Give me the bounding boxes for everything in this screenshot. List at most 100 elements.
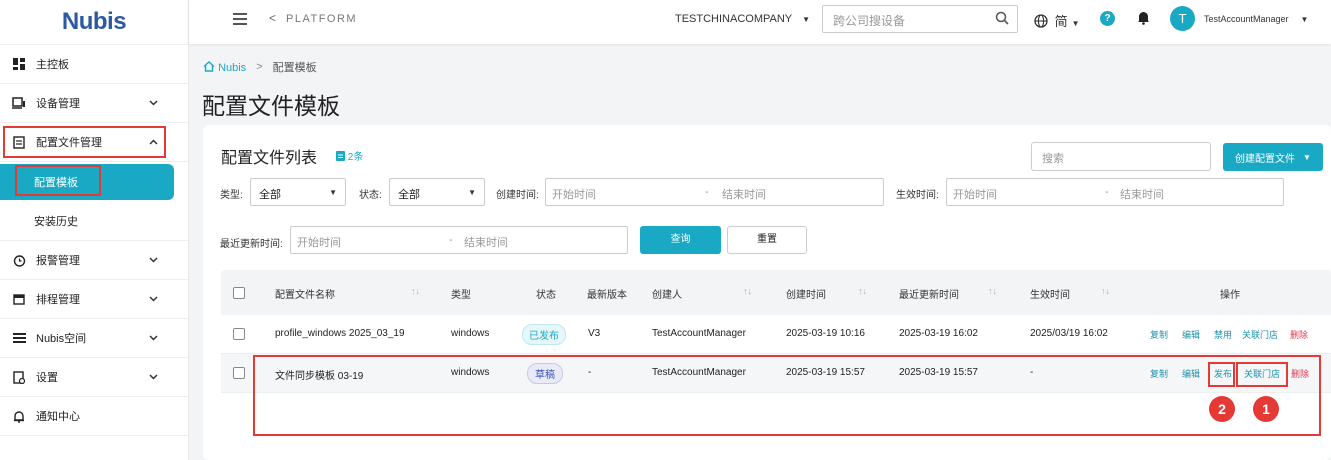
alarm-clock-icon — [12, 253, 26, 267]
status-select-value: 全部 — [398, 189, 420, 201]
sort-icon[interactable]: ↑↓ — [1101, 286, 1110, 296]
company-selector[interactable]: TESTCHINACOMPANY ▼ — [675, 13, 810, 25]
sort-icon[interactable]: ↑↓ — [858, 286, 867, 296]
status-badge: 已发布 — [522, 324, 566, 345]
table-row[interactable]: 文件同步模板 03-19 windows 草稿 - TestAccountMan… — [221, 354, 1331, 393]
sidebar-item-label: 配置文件管理 — [36, 137, 102, 149]
copy-button[interactable]: 复制 — [1150, 367, 1168, 380]
chevron-down-icon — [149, 372, 158, 383]
range-start[interactable]: 开始时间 — [953, 186, 997, 202]
record-count: 2条 — [336, 148, 363, 163]
language-selector[interactable]: 简 ▼ — [1034, 11, 1080, 30]
global-search-input[interactable]: 跨公司搜设备 — [822, 5, 1018, 33]
edit-button[interactable]: 编辑 — [1182, 328, 1200, 341]
cell-version: - — [588, 367, 592, 378]
query-button[interactable]: 查询 — [640, 226, 721, 254]
cell-updated: 2025-03-19 16:02 — [899, 328, 978, 339]
link-stores-button[interactable]: 关联门店 — [1244, 367, 1280, 380]
sidebar-item-install-history[interactable]: 安装历史 — [0, 202, 188, 241]
cell-created: 2025-03-19 10:16 — [786, 328, 865, 339]
cell-created: 2025-03-19 15:57 — [786, 367, 865, 378]
logo[interactable]: Nubis — [0, 0, 188, 45]
sidebar-item-config-templates[interactable]: 配置模板 — [0, 164, 174, 200]
card-title: 配置文件列表 — [221, 150, 318, 167]
col-actions: 操作 — [1220, 290, 1240, 301]
link-stores-button[interactable]: 关联门店 — [1242, 328, 1278, 341]
table-row[interactable]: profile_windows 2025_03_19 windows 已发布 V… — [221, 315, 1331, 354]
col-status: 状态 — [536, 290, 556, 301]
notification-bell-icon[interactable] — [1137, 10, 1150, 28]
col-updated: 最近更新时间 — [899, 290, 959, 301]
publish-button[interactable]: 发布 — [1214, 367, 1232, 380]
sidebar-item-notifications[interactable]: 通知中心 — [0, 397, 188, 436]
disable-button[interactable]: 禁用 — [1214, 328, 1232, 341]
chevron-down-icon — [149, 98, 158, 109]
breadcrumb-home[interactable]: Nubis — [203, 60, 246, 74]
copy-button[interactable]: 复制 — [1150, 328, 1168, 341]
effective-time-range[interactable]: 开始时间 - 结束时间 — [946, 178, 1284, 206]
back-icon[interactable]: < — [269, 11, 276, 25]
created-time-range[interactable]: 开始时间 - 结束时间 — [545, 178, 884, 206]
sidebar-item-dashboard[interactable]: 主控板 — [0, 45, 188, 84]
row-checkbox[interactable] — [233, 367, 245, 379]
row-checkbox[interactable] — [233, 328, 245, 340]
sort-icon[interactable]: ↑↓ — [743, 286, 752, 296]
col-creator: 创建人 — [652, 290, 682, 301]
document-icon — [336, 151, 345, 161]
chevron-down-icon — [149, 294, 158, 305]
page-title: 配置文件模板 — [202, 93, 340, 119]
select-all-checkbox[interactable] — [233, 287, 245, 299]
sidebar-item-devices[interactable]: 设备管理 — [0, 84, 188, 123]
delete-button[interactable]: 删除 — [1290, 328, 1308, 341]
type-select[interactable]: 全部 ▼ — [250, 178, 346, 206]
breadcrumb-separator: > — [256, 61, 263, 73]
sidebar-item-schedules[interactable]: 排程管理 — [0, 280, 188, 319]
sidebar-item-label: 排程管理 — [36, 294, 80, 306]
updated-time-range[interactable]: 开始时间 - 结束时间 — [290, 226, 628, 254]
dashboard-icon — [12, 57, 26, 71]
search-icon[interactable] — [995, 11, 1009, 28]
list-search-input[interactable]: 搜索 — [1031, 142, 1211, 171]
range-end[interactable]: 结束时间 — [1120, 186, 1164, 202]
breadcrumb: Nubis > 配置模板 — [203, 59, 317, 75]
col-effective: 生效时间 — [1030, 290, 1070, 301]
sort-icon[interactable]: ↑↓ — [411, 286, 420, 296]
sort-icon[interactable]: ↑↓ — [988, 286, 997, 296]
sidebar-item-settings[interactable]: 设置 — [0, 358, 188, 397]
caret-down-icon: ▼ — [802, 15, 811, 24]
user-menu[interactable]: TestAccountManager ▼ — [1204, 14, 1308, 24]
cell-name: 文件同步模板 03-19 — [275, 371, 364, 382]
range-end[interactable]: 结束时间 — [722, 186, 766, 202]
col-name: 配置文件名称 — [275, 290, 335, 301]
step-badge-1: 1 — [1253, 396, 1279, 422]
breadcrumb-current: 配置模板 — [272, 62, 317, 74]
create-config-button[interactable]: 创建配置文件 ▼ — [1223, 143, 1323, 171]
sidebar-item-label: 安装历史 — [34, 216, 78, 228]
cell-updated: 2025-03-19 15:57 — [899, 367, 978, 378]
range-dash: - — [705, 186, 709, 198]
reset-button[interactable]: 重置 — [727, 226, 807, 254]
sidebar-item-nubis-space[interactable]: Nubis空间 — [0, 319, 188, 358]
home-icon — [203, 60, 215, 72]
range-start[interactable]: 开始时间 — [297, 234, 341, 250]
effective-time-label: 生效时间: — [896, 190, 939, 201]
sidebar-item-label: 主控板 — [36, 59, 69, 71]
menu-icon[interactable] — [233, 13, 247, 25]
sidebar-item-label: Nubis空间 — [36, 333, 87, 345]
range-end[interactable]: 结束时间 — [464, 234, 508, 250]
help-icon[interactable]: ? — [1100, 11, 1115, 26]
delete-button[interactable]: 删除 — [1291, 367, 1309, 380]
sidebar-item-alarms[interactable]: 报警管理 — [0, 241, 188, 280]
sidebar-item-label: 设置 — [36, 372, 58, 384]
avatar[interactable]: T — [1170, 6, 1195, 31]
cell-effective: 2025/03/19 16:02 — [1030, 328, 1108, 339]
create-config-label: 创建配置文件 — [1235, 153, 1296, 165]
range-start[interactable]: 开始时间 — [552, 186, 596, 202]
bell-icon — [12, 409, 26, 423]
sidebar-item-config-files[interactable]: 配置文件管理 — [0, 123, 188, 162]
device-icon — [12, 96, 26, 110]
platform-label: PLATFORM — [286, 13, 358, 25]
edit-button[interactable]: 编辑 — [1182, 367, 1200, 380]
username: TestAccountManager — [1204, 14, 1289, 24]
status-select[interactable]: 全部 ▼ — [389, 178, 485, 206]
